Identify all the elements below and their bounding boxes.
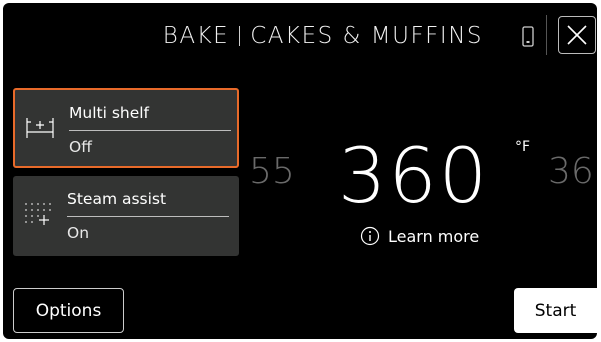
- close-button[interactable]: [558, 16, 596, 54]
- recipe-label: CAKES & MUFFINS: [250, 23, 483, 49]
- card-divider: [69, 130, 231, 131]
- mode-label: BAKE: [162, 23, 230, 49]
- card-value: Off: [69, 138, 92, 156]
- info-icon: [360, 226, 380, 246]
- steam-assist-card[interactable]: Steam assist On: [13, 176, 239, 256]
- page-title: BAKE CAKES & MUFFINS: [3, 23, 483, 49]
- learn-more-link[interactable]: Learn more: [360, 226, 479, 246]
- card-title: Steam assist: [67, 190, 167, 208]
- title-separator: [239, 26, 241, 46]
- temperature-current[interactable]: 360: [338, 131, 489, 220]
- temperature-unit: °F: [515, 139, 531, 155]
- multi-shelf-card[interactable]: Multi shelf Off: [13, 88, 239, 168]
- phone-icon[interactable]: [520, 26, 536, 48]
- close-icon: [567, 25, 587, 45]
- temperature-previous[interactable]: 55: [249, 151, 295, 192]
- multi-shelf-icon: [25, 114, 57, 142]
- card-value: On: [67, 224, 90, 242]
- learn-more-label: Learn more: [388, 226, 480, 246]
- temperature-next[interactable]: 36: [548, 151, 594, 192]
- card-title: Multi shelf: [69, 104, 150, 122]
- oven-screen: BAKE CAKES & MUFFINS Multi shelf Off Ste…: [3, 3, 597, 339]
- start-button[interactable]: Start: [514, 288, 597, 333]
- steam-assist-icon: [23, 200, 55, 228]
- card-divider: [67, 216, 229, 217]
- header-divider: [546, 15, 547, 55]
- options-button[interactable]: Options: [13, 288, 124, 333]
